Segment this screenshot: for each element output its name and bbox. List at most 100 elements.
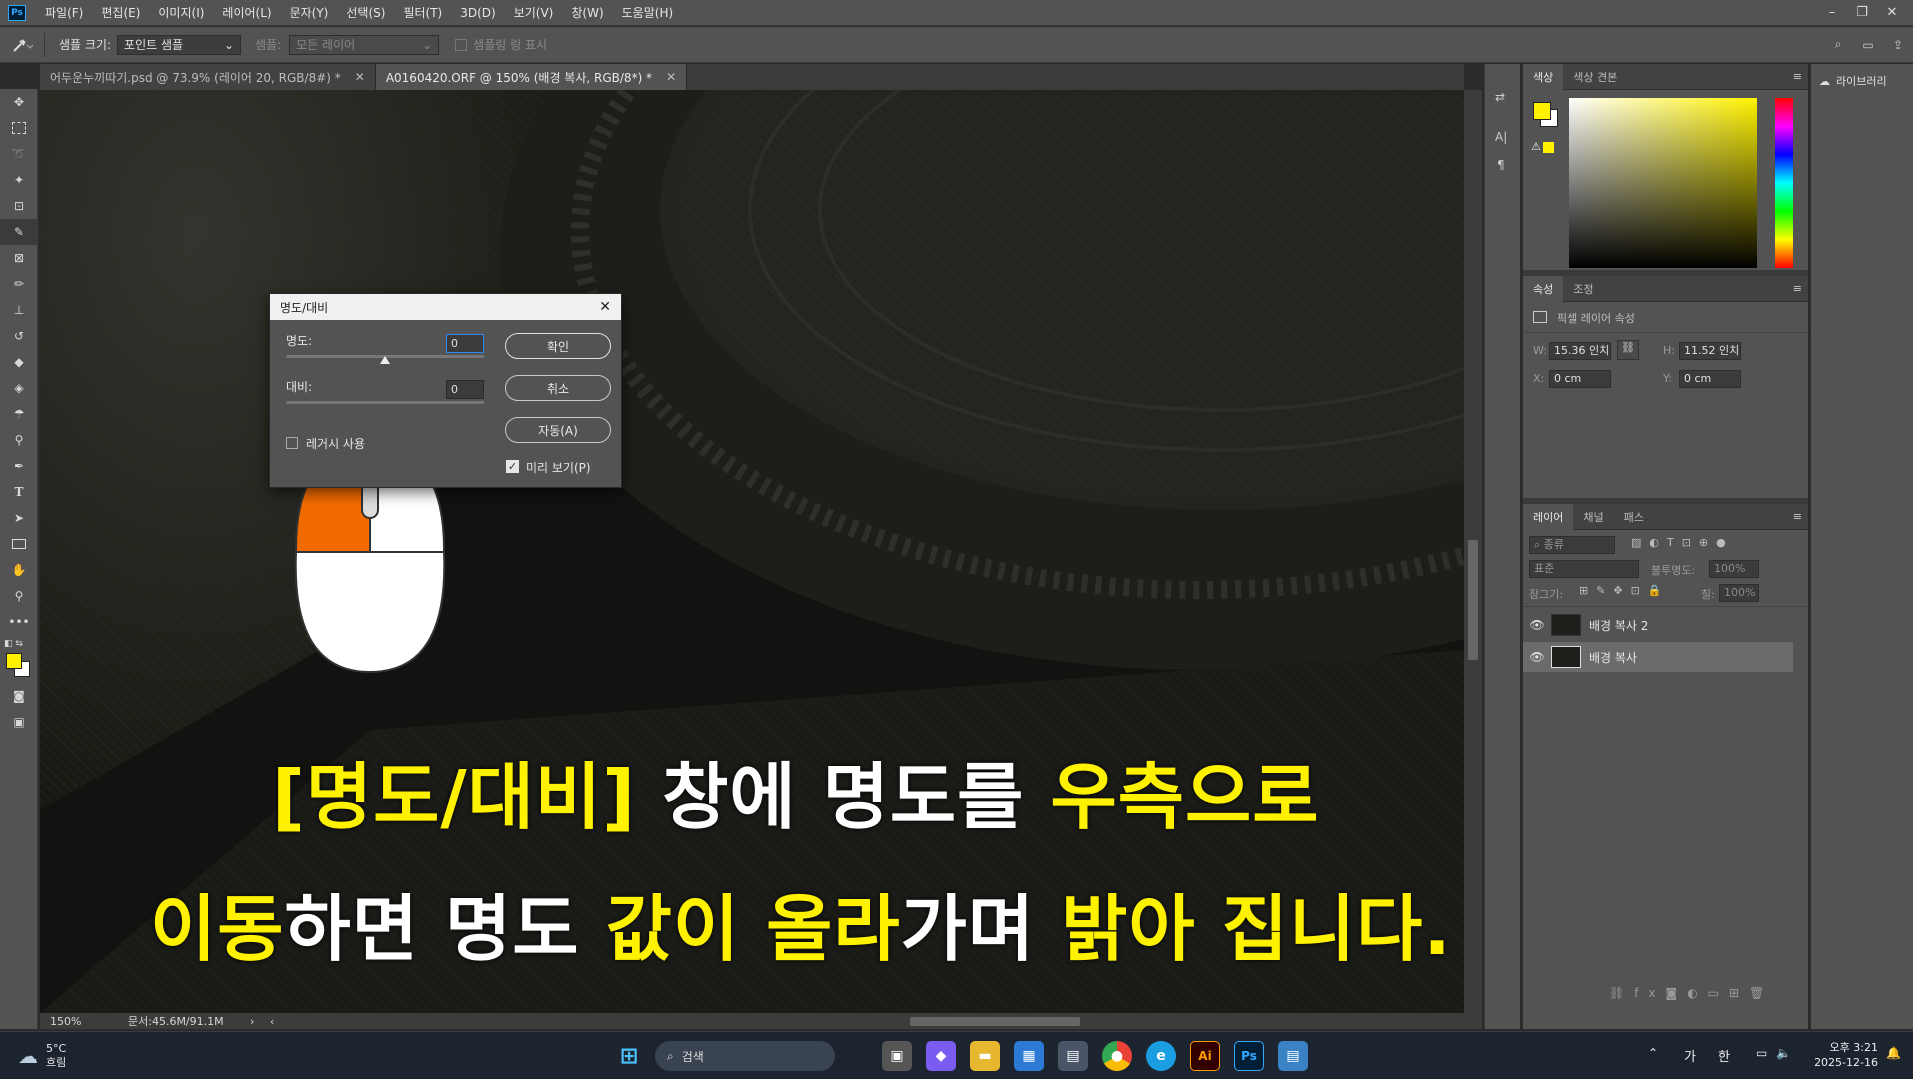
notepad-icon[interactable]: ▤ <box>1278 1041 1308 1071</box>
chrome-icon[interactable]: ● <box>1102 1041 1132 1071</box>
ime-mode[interactable]: 가 <box>1684 1046 1696 1065</box>
scroll-thumb[interactable] <box>910 1017 1080 1026</box>
menu-icon[interactable]: ≡ <box>1793 510 1802 523</box>
zoom-tool-icon[interactable]: ⚲ <box>0 583 38 609</box>
weather-widget[interactable]: ☁ 5°C 흐림 <box>18 1042 66 1070</box>
height-field[interactable]: 11.52 인치 <box>1679 342 1741 360</box>
scroll-thumb[interactable] <box>1468 540 1478 660</box>
gamut-swatch[interactable] <box>1543 142 1554 153</box>
y-field[interactable]: 0 cm <box>1679 370 1741 388</box>
network-icon[interactable]: ▭ <box>1756 1046 1767 1060</box>
lasso-tool-icon[interactable]: ➰ <box>0 141 38 167</box>
hue-slider[interactable] <box>1775 98 1793 268</box>
layer-row[interactable]: 👁 배경 복사 2 <box>1523 610 1793 640</box>
paragraph-panel-icon[interactable]: ¶ <box>1497 158 1505 172</box>
edge-icon[interactable]: e <box>1146 1041 1176 1071</box>
color-swatches[interactable]: ◧ ⇆ <box>0 635 37 683</box>
ime-language[interactable]: 한 <box>1718 1046 1730 1065</box>
share-icon[interactable]: ⇪ <box>1883 38 1913 52</box>
foreground-color[interactable] <box>6 653 22 669</box>
paint-bucket-icon[interactable]: ◈ <box>0 375 38 401</box>
eraser-tool-icon[interactable]: ◆ <box>0 349 38 375</box>
tab-layers[interactable]: 레이어 <box>1523 503 1574 530</box>
auto-button[interactable]: 자동(A) <box>505 417 611 443</box>
menu-filter[interactable]: 필터(T) <box>394 0 451 26</box>
link-icon[interactable]: ⛓ <box>1617 340 1639 360</box>
zoom-level[interactable]: 150% <box>40 1015 110 1028</box>
taskbar-search[interactable]: ⌕ 검색 <box>655 1041 835 1071</box>
layer-filter-select[interactable]: ⌕ 종류 <box>1529 536 1615 554</box>
cancel-button[interactable]: 취소 <box>505 375 611 401</box>
pen-tool-icon[interactable]: ✒ <box>0 453 38 479</box>
file-explorer-icon[interactable]: ▬ <box>970 1041 1000 1071</box>
foreground-color[interactable] <box>1533 102 1551 120</box>
rectangle-tool-icon[interactable] <box>0 531 38 557</box>
quick-mask-icon[interactable]: ◙ <box>0 683 38 709</box>
layers-footer-icons[interactable]: ⛓fx◙◐▭⊞🗑 <box>1609 986 1774 1000</box>
menu-type[interactable]: 문자(Y) <box>281 0 338 26</box>
tab-channels[interactable]: 채널 <box>1573 504 1613 530</box>
menu-layer[interactable]: 레이어(L) <box>213 0 280 26</box>
minimize-icon[interactable]: – <box>1817 0 1847 26</box>
illustrator-icon[interactable]: Ai <box>1190 1041 1220 1071</box>
crop-tool-icon[interactable]: ⊡ <box>0 193 38 219</box>
eyedropper-tool-icon[interactable]: ✎ <box>0 219 38 245</box>
eye-icon[interactable]: 👁 <box>1523 618 1551 632</box>
menu-select[interactable]: 선택(S) <box>337 0 394 26</box>
brush-tool-icon[interactable]: ✏ <box>0 271 38 297</box>
move-tool-icon[interactable]: ✥ <box>0 89 38 115</box>
menu-icon[interactable]: ≡ <box>1793 282 1802 295</box>
chevron-right-icon[interactable]: › <box>250 1015 270 1028</box>
sample-size-select[interactable]: 포인트 샘플 ⌄ <box>117 34 242 55</box>
magic-wand-tool-icon[interactable]: ✦ <box>0 167 38 193</box>
width-field[interactable]: 15.36 인치 <box>1549 342 1611 360</box>
tab-paths[interactable]: 패스 <box>1614 504 1654 530</box>
menu-file[interactable]: 파일(F) <box>36 0 92 26</box>
tab-swatches[interactable]: 색상 견본 <box>1563 64 1627 90</box>
close-icon[interactable]: ✕ <box>666 70 676 84</box>
history-panel-icon[interactable]: ⇄ <box>1495 90 1505 104</box>
color-field[interactable] <box>1569 98 1757 268</box>
close-icon[interactable]: ✕ <box>1877 0 1907 26</box>
windows-start-icon[interactable]: ⊞ <box>614 1041 644 1071</box>
contrast-slider[interactable] <box>286 401 484 404</box>
menu-edit[interactable]: 편집(E) <box>92 0 149 26</box>
path-select-icon[interactable]: ➤ <box>0 505 38 531</box>
tab-adjustments[interactable]: 조정 <box>1563 276 1603 302</box>
sample-select[interactable]: 모든 레이어 ⌄ <box>289 34 440 55</box>
tab-document-2[interactable]: A0160420.ORF @ 150% (배경 복사, RGB/8*) * ✕ <box>375 64 688 90</box>
fill-field[interactable]: 100% <box>1719 584 1759 602</box>
brightness-slider-thumb[interactable] <box>380 356 390 364</box>
copilot-icon[interactable]: ◆ <box>926 1041 956 1071</box>
stamp-tool-icon[interactable]: ⊥ <box>0 297 38 323</box>
workspace-icon[interactable]: ▭ <box>1853 38 1883 52</box>
layer-row[interactable]: 👁 배경 복사 <box>1523 642 1793 672</box>
menu-3d[interactable]: 3D(D) <box>451 0 504 26</box>
type-tool-icon[interactable]: T <box>0 479 38 505</box>
x-field[interactable]: 0 cm <box>1549 370 1611 388</box>
menu-window[interactable]: 창(W) <box>562 0 612 26</box>
preview-checkbox[interactable]: ✓ <box>506 460 519 473</box>
vertical-scrollbar[interactable] <box>1464 90 1482 1013</box>
horizontal-scrollbar[interactable] <box>290 1015 1482 1027</box>
tab-properties[interactable]: 속성 <box>1523 275 1564 302</box>
close-icon[interactable]: ✕ <box>599 299 611 315</box>
contrast-input[interactable]: 0 <box>446 380 484 399</box>
dodge-tool-icon[interactable]: ⚲ <box>0 427 38 453</box>
blend-mode-select[interactable]: 표준 <box>1529 560 1639 578</box>
menu-help[interactable]: 도움말(H) <box>613 0 683 26</box>
restore-icon[interactable]: ❐ <box>1847 0 1877 26</box>
image-canvas[interactable]: [명도/대비] 창에 명도를 우측으로 이동하면 명도 값이 올라가며 밝아 집… <box>40 90 1464 1013</box>
task-view-icon[interactable]: ▣ <box>882 1041 912 1071</box>
menu-icon[interactable]: ≡ <box>1793 70 1802 83</box>
marquee-tool-icon[interactable] <box>0 115 38 141</box>
volume-icon[interactable]: 🔈 <box>1776 1046 1791 1060</box>
tab-color[interactable]: 색상 <box>1523 63 1564 90</box>
libraries-button[interactable]: ☁ 라이브러리 <box>1811 64 1913 98</box>
brightness-input[interactable]: 0 <box>446 334 484 353</box>
notification-icon[interactable]: 🔔 <box>1886 1046 1901 1060</box>
photoshop-taskbar-icon[interactable]: Ps <box>1234 1041 1264 1071</box>
menu-view[interactable]: 보기(V) <box>505 0 563 26</box>
swap-colors-icon[interactable]: ◧ ⇆ <box>4 639 23 649</box>
history-brush-icon[interactable]: ↺ <box>0 323 38 349</box>
